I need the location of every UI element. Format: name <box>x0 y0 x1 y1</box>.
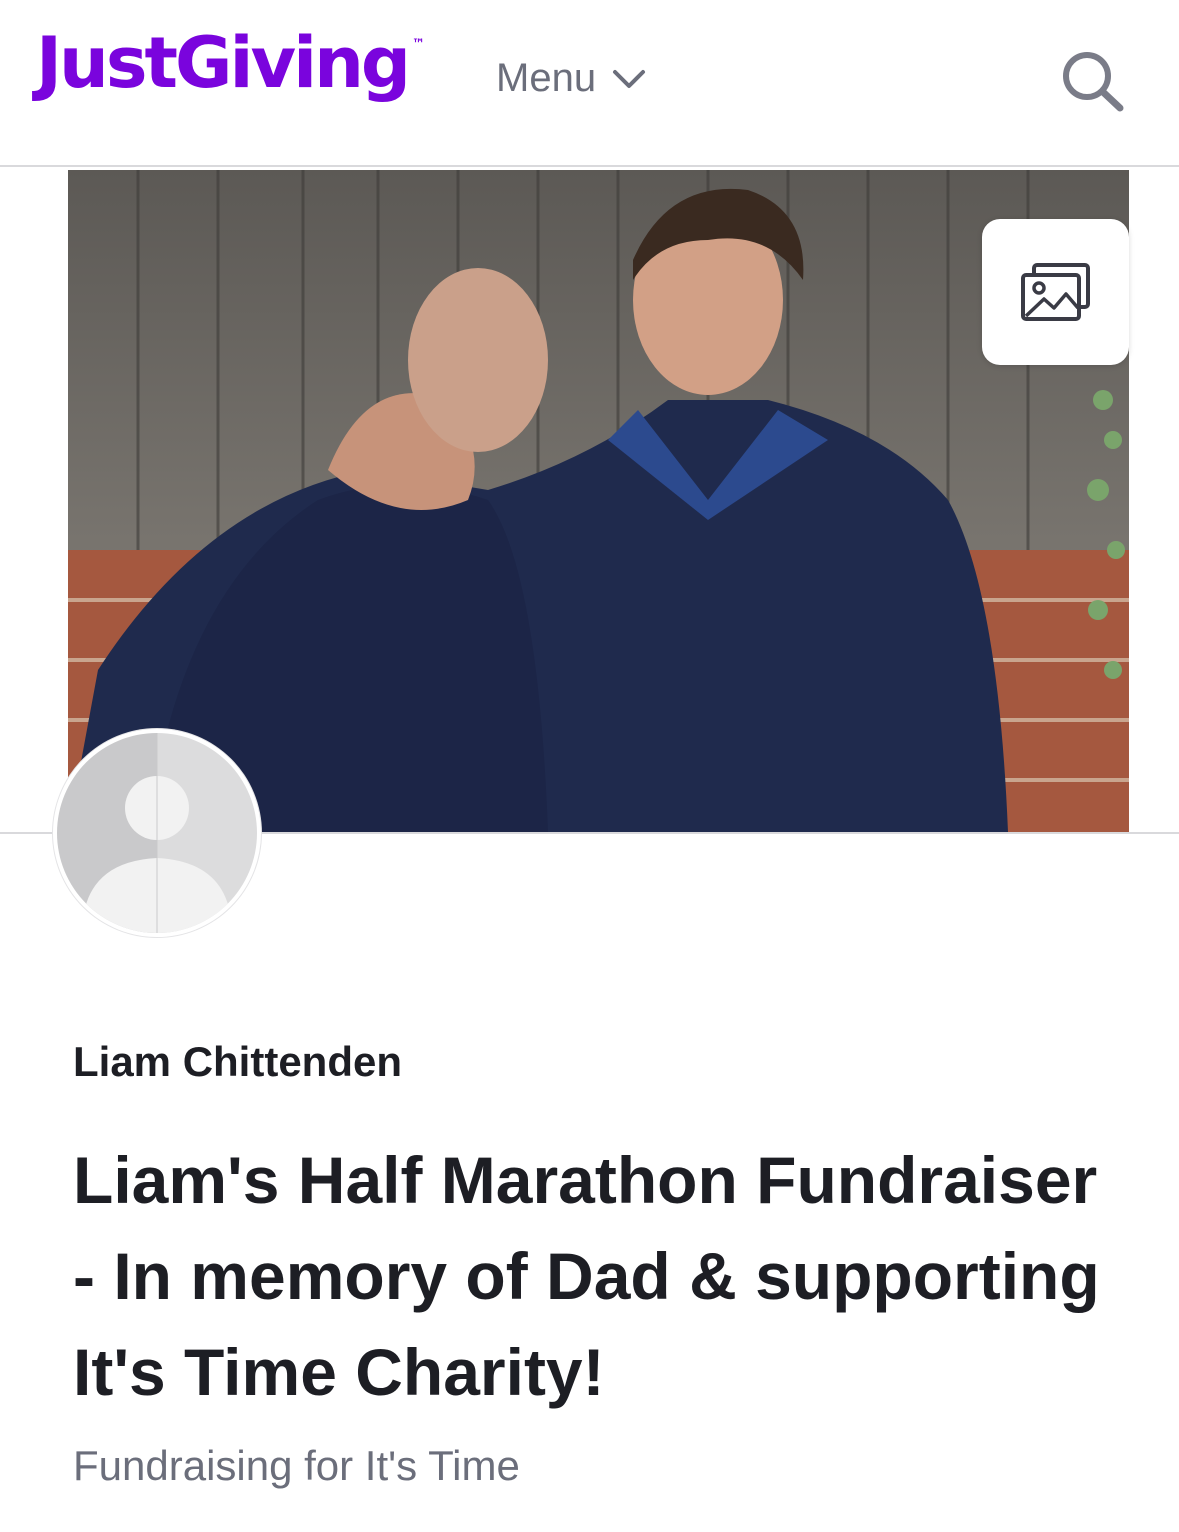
default-user-avatar-icon <box>57 733 257 933</box>
page-title: Liam's Half Marathon Fundraiser - In mem… <box>73 1143 1100 1409</box>
logo-text: JustGiving <box>36 22 411 104</box>
chevron-down-icon <box>613 69 646 88</box>
cover-photo-illustration <box>68 170 1129 832</box>
search-icon[interactable] <box>1060 50 1126 112</box>
site-header: JustGiving ™ Menu <box>0 0 1179 167</box>
fundraiser-owner-name[interactable]: Liam Chittenden <box>73 1038 402 1086</box>
menu-label: Menu <box>496 56 597 100</box>
fundraiser-avatar <box>53 729 261 937</box>
menu-button[interactable]: Menu <box>496 56 646 101</box>
charity-subtitle[interactable]: Fundraising for It's Time <box>73 1442 520 1490</box>
logo-trademark: ™ <box>412 37 426 52</box>
image-gallery-icon <box>1020 263 1090 321</box>
justgiving-logo[interactable]: JustGiving ™ <box>36 28 425 98</box>
view-gallery-button[interactable] <box>982 219 1129 365</box>
cover-photo[interactable] <box>68 170 1129 832</box>
